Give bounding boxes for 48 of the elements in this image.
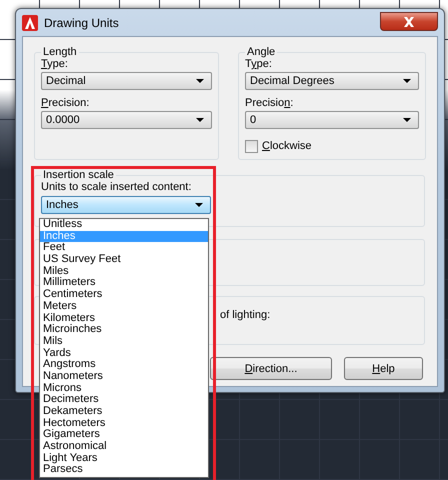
close-icon <box>403 16 415 26</box>
dialog-button[interactable]: Direction... <box>210 357 332 380</box>
close-button[interactable] <box>380 12 438 31</box>
list-option[interactable]: Microinches <box>40 324 208 336</box>
list-option[interactable]: Light Years <box>40 452 208 464</box>
field-label: Type: <box>41 58 69 71</box>
field-label: Units to scale inserted content: <box>41 181 192 194</box>
list-option[interactable]: Centimeters <box>40 289 208 301</box>
caret-icon <box>403 79 411 83</box>
caret-icon <box>195 203 203 207</box>
list-option[interactable]: Miles <box>40 266 208 278</box>
group-title: Length <box>42 46 78 58</box>
list-option[interactable]: Yards <box>40 348 208 360</box>
units-dropdown[interactable]: Inches <box>41 196 211 214</box>
list-option[interactable]: Dekameters <box>40 406 208 418</box>
group-title: Angle <box>246 46 276 58</box>
list-option[interactable]: Meters <box>40 300 208 312</box>
list-option[interactable]: Kilometers <box>40 312 208 324</box>
window-title: Drawing Units <box>44 16 119 30</box>
list-option[interactable]: Mils <box>40 336 208 348</box>
list-option[interactable]: Decimeters <box>40 394 208 406</box>
caret-icon <box>196 118 204 122</box>
list-option[interactable]: Feet <box>40 242 208 254</box>
field-label: Precision: <box>41 97 90 110</box>
caret-icon <box>196 79 204 83</box>
list-option[interactable]: Gigameters <box>40 429 208 442</box>
precision-dropdown[interactable]: 0 <box>245 111 419 129</box>
list-option[interactable]: Unitless <box>40 219 208 231</box>
list-option[interactable]: Hectometers <box>40 418 208 430</box>
lighting-label: of lighting: <box>220 309 272 322</box>
checkbox[interactable] <box>245 140 258 153</box>
list-option[interactable]: Astronomical <box>40 441 208 453</box>
caret-icon <box>403 118 411 122</box>
app-icon <box>22 14 38 30</box>
list-option[interactable]: US Survey Feet <box>40 254 208 266</box>
type-dropdown[interactable]: Decimal Degrees <box>245 72 419 90</box>
list-option[interactable]: Nanometers <box>40 370 208 383</box>
type-dropdown[interactable]: Decimal <box>41 72 212 90</box>
precision-dropdown[interactable]: 0.0000 <box>41 111 212 129</box>
dialog-button[interactable]: Help <box>344 357 423 380</box>
field-label: Type: <box>245 58 273 71</box>
group-title: Insertion scale <box>42 169 115 181</box>
list-option[interactable]: Parsecs <box>40 464 208 476</box>
list-option[interactable]: Millimeters <box>40 277 208 290</box>
checkbox-label[interactable]: Clockwise <box>262 140 312 153</box>
list-option[interactable]: Angstroms <box>40 359 208 371</box>
list-option[interactable]: Microns <box>40 382 208 394</box>
field-label: Precision: <box>245 97 294 110</box>
